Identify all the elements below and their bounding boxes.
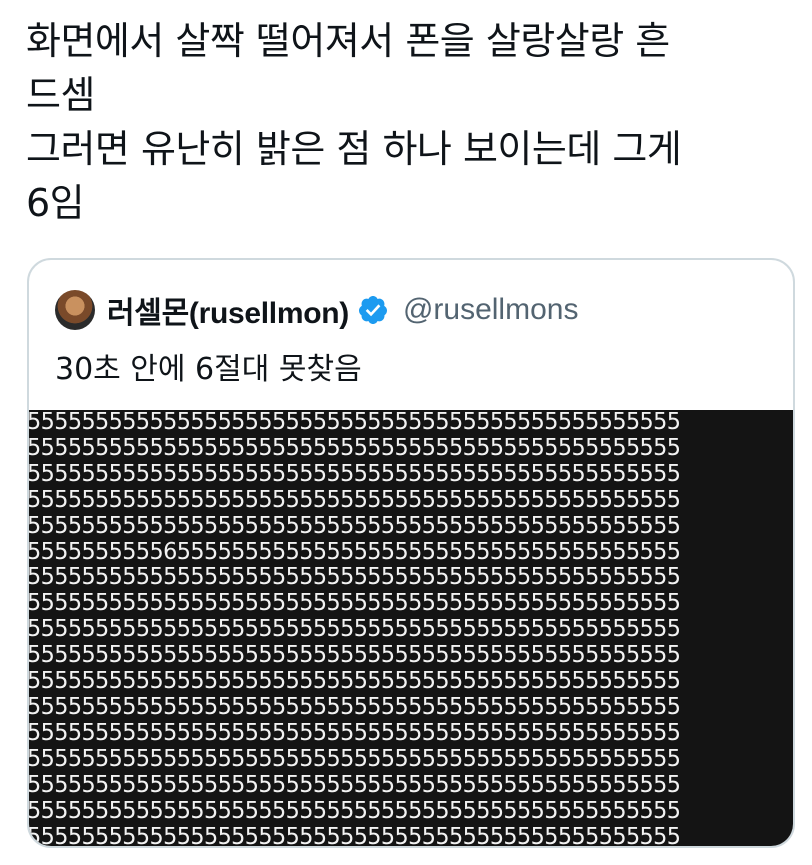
digit-row: 5555555555555555555555555555555555555555…: [29, 642, 681, 669]
quoted-tweet-card[interactable]: 러셀몬(rusellmon) @rusellmons 30초 안에 6절대 못찾…: [27, 258, 795, 848]
digit-row: 5555555555555555555555555555555555555555…: [29, 564, 681, 591]
digit-row: 5555555555555555555555555555555555555555…: [29, 486, 681, 513]
post-text: 화면에서 살짝 떨어져서 폰을 살랑살랑 흔 드셈 그러면 유난히 밝은 점 하…: [26, 14, 796, 230]
digit-row: 5555555555555555555555555555555555555555…: [29, 693, 681, 720]
digit-row: 5555555555555555555555555555555555555555…: [29, 719, 681, 746]
digit-row: 5555555555555555555555555555555555555555…: [29, 797, 681, 824]
display-name[interactable]: 러셀몬(rusellmon): [107, 288, 349, 332]
digit-row: 5555555555555555555555555555555555555555…: [29, 668, 681, 695]
digit-row: 5555555555555555555555555555555555555555…: [29, 434, 681, 461]
digit-row: 5555555555555555555555555555555555555555…: [29, 823, 681, 848]
post-text-line: 그러면 유난히 밝은 점 하나 보이는데 그게: [26, 127, 682, 171]
digit-row: 5555555555555555555555555555555555555555…: [29, 616, 681, 643]
quoted-tweet-header: 러셀몬(rusellmon) @rusellmons: [55, 290, 578, 330]
post-text-line: 6임: [26, 181, 85, 225]
digit-row: 5555555555555555555555555555555555555555…: [29, 460, 681, 487]
digit-row: 5555555555655555555555555555555555555555…: [29, 538, 681, 565]
quoted-tweet-text: 30초 안에 6절대 못찾음: [55, 352, 362, 387]
handle[interactable]: @rusellmons: [403, 293, 579, 327]
digit-row: 5555555555555555555555555555555555555555…: [29, 771, 681, 798]
post-text-line: 화면에서 살짝 떨어져서 폰을 살랑살랑 흔: [26, 19, 670, 63]
digit-row: 5555555555555555555555555555555555555555…: [29, 512, 681, 539]
quoted-tweet-image[interactable]: 5555555555555555555555555555555555555555…: [29, 410, 793, 848]
digit-row: 5555555555555555555555555555555555555555…: [29, 410, 681, 435]
avatar[interactable]: [55, 290, 95, 330]
post-text-line: 드셈: [26, 73, 95, 117]
digit-grid: 5555555555555555555555555555555555555555…: [29, 410, 681, 848]
verified-badge-icon: [358, 296, 387, 324]
digit-row: 5555555555555555555555555555555555555555…: [29, 745, 681, 772]
digit-row: 5555555555555555555555555555555555555555…: [29, 590, 681, 617]
